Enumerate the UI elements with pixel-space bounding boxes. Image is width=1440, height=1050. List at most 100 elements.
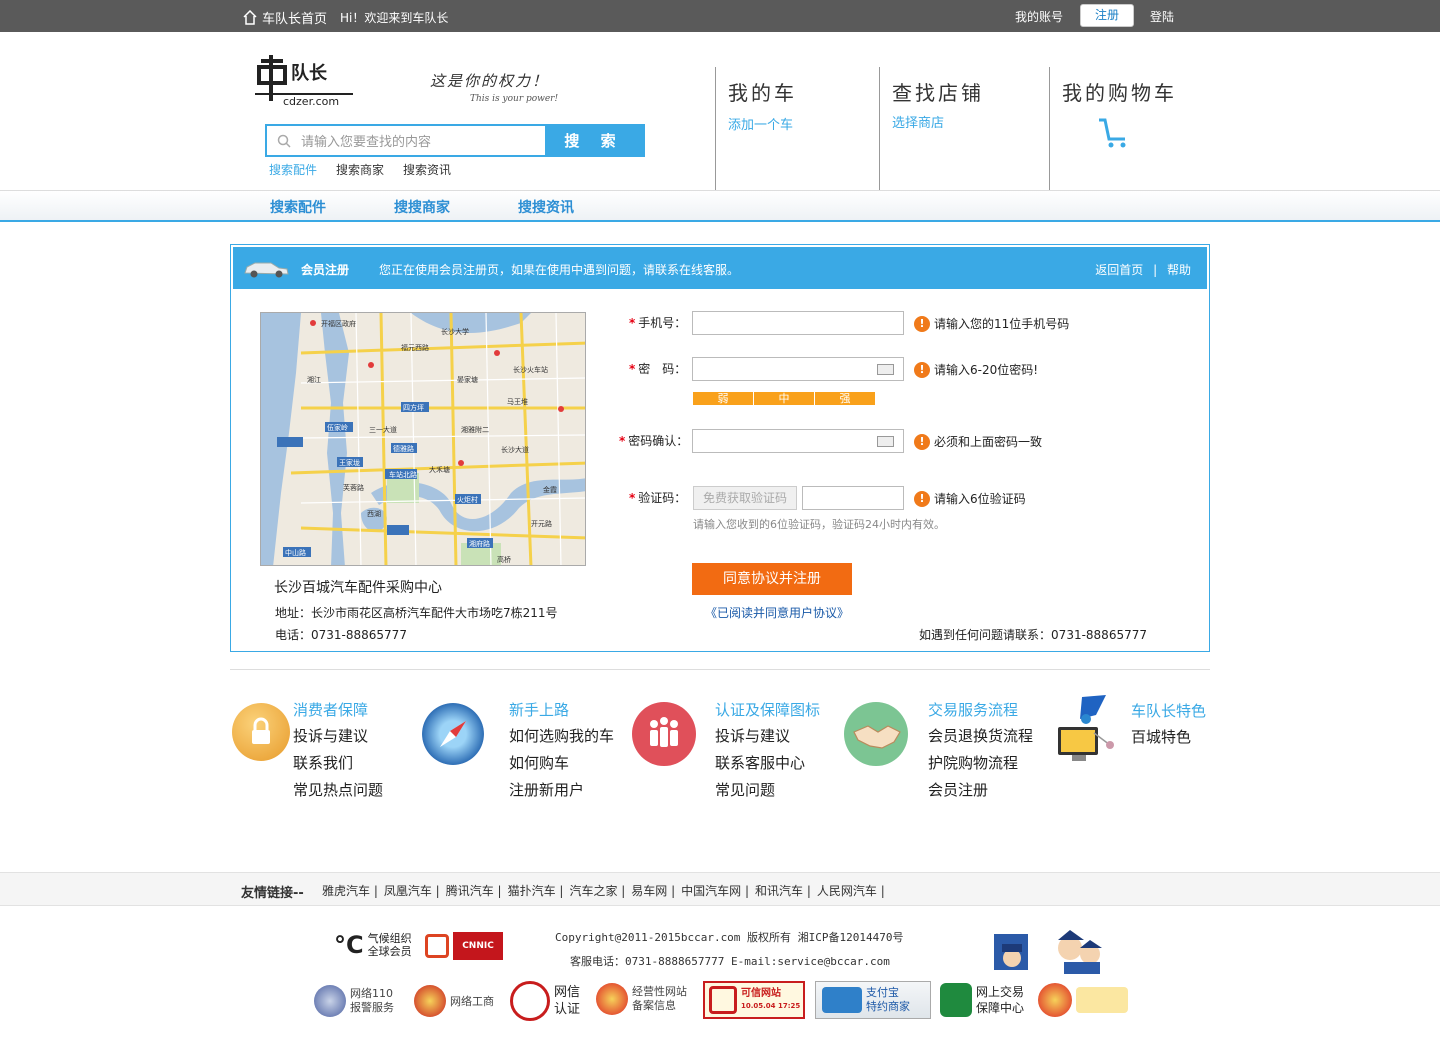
code-label: * 验证码： (629, 489, 686, 506)
service-title[interactable]: 消费者保障 (293, 699, 368, 720)
register-panel: 会员注册 您正在使用会员注册页，如果在使用中遇到问题，请联系在线客服。 返回首页… (230, 244, 1210, 652)
back-home-link[interactable]: 返回首页 (1095, 263, 1143, 277)
badge-trust[interactable]: 网信 认证 (510, 981, 580, 1021)
main-nav: 搜索配件 搜搜商家 搜搜资讯 (0, 190, 1440, 222)
search-tab-news[interactable]: 搜索资讯 (403, 161, 451, 178)
badge-trust-line1: 网信 (554, 985, 581, 1000)
badge-trusted-site[interactable]: 可信网站 10.05.04 17:25 (703, 981, 805, 1019)
badge-police-a[interactable] (988, 926, 1038, 976)
friend-link[interactable]: 雅虎汽车 | (322, 882, 378, 899)
service-link[interactable]: 投诉与建议 (293, 725, 368, 746)
friend-link[interactable]: 中国汽车网 | (681, 882, 749, 899)
add-car-link[interactable]: 添加一个车 (728, 114, 793, 133)
service-title[interactable]: 交易服务流程 (928, 699, 1018, 720)
password-strength-meter: 弱 中 强 (693, 392, 875, 405)
service-link[interactable]: 联系我们 (293, 752, 353, 773)
password-input[interactable] (692, 357, 904, 381)
service-link[interactable]: 联系客服中心 (715, 752, 805, 773)
slogan-cn: 这是你的权力！ (430, 72, 550, 90)
keyboard-icon[interactable] (877, 436, 894, 447)
required-mark: * (619, 434, 626, 448)
warning-icon: ! (914, 490, 930, 507)
cart-icon[interactable] (1097, 117, 1131, 149)
service-link[interactable]: 投诉与建议 (715, 725, 790, 746)
code-hint: ! 请输入6位验证码 (914, 490, 1026, 507)
service-title[interactable]: 新手上路 (509, 699, 569, 720)
service-link[interactable]: 常见问题 (715, 779, 775, 800)
friend-link[interactable]: 和讯汽车 | (755, 882, 811, 899)
badge-icp[interactable]: 经营性网站 备案信息 (596, 983, 687, 1015)
map-label: 车站北路 (389, 471, 417, 479)
code-input[interactable] (802, 486, 904, 510)
keyboard-icon[interactable] (877, 364, 894, 375)
store-map[interactable]: 开福区政府 长沙大学 湘江 福元西路 长沙火车站 四方坪 伍家岭 三一大道 德雅… (260, 312, 586, 566)
badge-icp-line1: 经营性网站 (632, 985, 687, 998)
friend-link[interactable]: 易车网 | (631, 882, 675, 899)
map-label: 长沙火车站 (513, 366, 548, 374)
badge-alipay[interactable]: 支付宝 特约商家 (815, 981, 931, 1019)
badge-itrust[interactable] (1038, 983, 1128, 1017)
logo-domain: cdzer.com (283, 95, 340, 108)
home-icon (243, 10, 257, 25)
friend-link[interactable]: 人民网汽车 | (817, 882, 885, 899)
friend-link[interactable]: 汽车之家 | (569, 882, 625, 899)
search-input[interactable]: 请输入您要查找的内容 (267, 126, 545, 155)
home-link[interactable]: 车队长首页 (242, 8, 327, 27)
map-label: 开福区政府 (321, 320, 356, 328)
register-button[interactable]: 注册 (1080, 4, 1134, 27)
compass-icon (422, 703, 484, 765)
store-address: 地址：长沙市雨花区高桥汽车配件大市场吃7栋211号 (275, 606, 558, 620)
friend-link[interactable]: 凤凰汽车 | (384, 882, 440, 899)
strength-medium: 中 (754, 392, 815, 405)
nav-item-merchants[interactable]: 搜搜商家 (394, 197, 450, 217)
people-icon (632, 702, 696, 766)
friend-links-list: 雅虎汽车 | 凤凰汽车 | 腾讯汽车 | 猫扑汽车 | 汽车之家 | 易车网 |… (322, 882, 885, 899)
login-link[interactable]: 登陆 (1150, 8, 1174, 25)
service-link[interactable]: 注册新用户 (509, 779, 584, 800)
friend-link[interactable]: 腾讯汽车 | (446, 882, 502, 899)
search-tab-merchants[interactable]: 搜索商家 (336, 161, 384, 178)
service-title[interactable]: 车队长特色 (1131, 700, 1206, 721)
phone-input[interactable] (692, 311, 904, 335)
service-link[interactable]: 百城特色 (1131, 726, 1191, 747)
get-code-button[interactable]: 免费获取验证码 (693, 486, 797, 510)
service-link[interactable]: 常见热点问题 (293, 779, 383, 800)
friend-link[interactable]: 猫扑汽车 | (508, 882, 564, 899)
service-title[interactable]: 认证及保障图标 (715, 699, 820, 720)
customer-service-text: 客服电话：0731-8888657777 E-mail:service@bcca… (570, 955, 890, 968)
badge-police-b[interactable] (1050, 924, 1106, 976)
select-store-link[interactable]: 选择商店 (892, 112, 944, 131)
help-link[interactable]: 帮助 (1167, 263, 1191, 277)
lock-icon (232, 703, 290, 761)
confirm-hint: ! 必须和上面密码一致 (914, 433, 1042, 450)
agree-register-button[interactable]: 同意协议并注册 (692, 563, 852, 595)
badge-wmo[interactable]: °C 气候组织 全球会员 (334, 932, 412, 958)
nav-item-parts[interactable]: 搜索配件 (270, 197, 326, 217)
nav-item-news[interactable]: 搜搜资讯 (518, 197, 574, 217)
code-hint-text: 请输入6位验证码 (934, 492, 1026, 506)
required-mark: * (629, 362, 636, 376)
search-button[interactable]: 搜 索 (545, 126, 643, 155)
service-link[interactable]: 会员退换货流程 (928, 725, 1033, 746)
confirm-hint-text: 必须和上面密码一致 (934, 435, 1043, 449)
site-logo[interactable]: 队长 cdzer.com (255, 53, 355, 109)
my-account-link[interactable]: 我的账号 (1015, 8, 1063, 25)
warning-icon: ! (914, 361, 930, 378)
search-tab-parts[interactable]: 搜索配件 (269, 161, 317, 178)
service-link[interactable]: 如何选购我的车 (509, 725, 614, 746)
map-label: 开元路 (531, 520, 552, 528)
badge-trade-center[interactable]: 网上交易 保障中心 (940, 983, 1024, 1017)
map-label: 湘雅附二 (461, 426, 489, 434)
badge-police110[interactable]: 网络110 报警服务 (314, 985, 394, 1017)
badge-aic[interactable]: 网络工商 (414, 985, 494, 1017)
confirm-password-input[interactable] (692, 429, 904, 453)
badge-police110-line2: 报警服务 (350, 1001, 394, 1014)
service-link[interactable]: 会员注册 (928, 779, 988, 800)
badge-cnnic[interactable]: CNNIC (425, 932, 503, 960)
service-link[interactable]: 如何购车 (509, 752, 569, 773)
map-label: 大禾塘 (429, 466, 450, 474)
map-labels: 开福区政府 长沙大学 湘江 福元西路 长沙火车站 四方坪 伍家岭 三一大道 德雅… (261, 313, 585, 565)
service-link[interactable]: 护院购物流程 (928, 752, 1018, 773)
map-label: 马王堆 (507, 398, 528, 406)
user-agreement-link[interactable]: 《已阅读并同意用户协议》 (705, 604, 849, 621)
